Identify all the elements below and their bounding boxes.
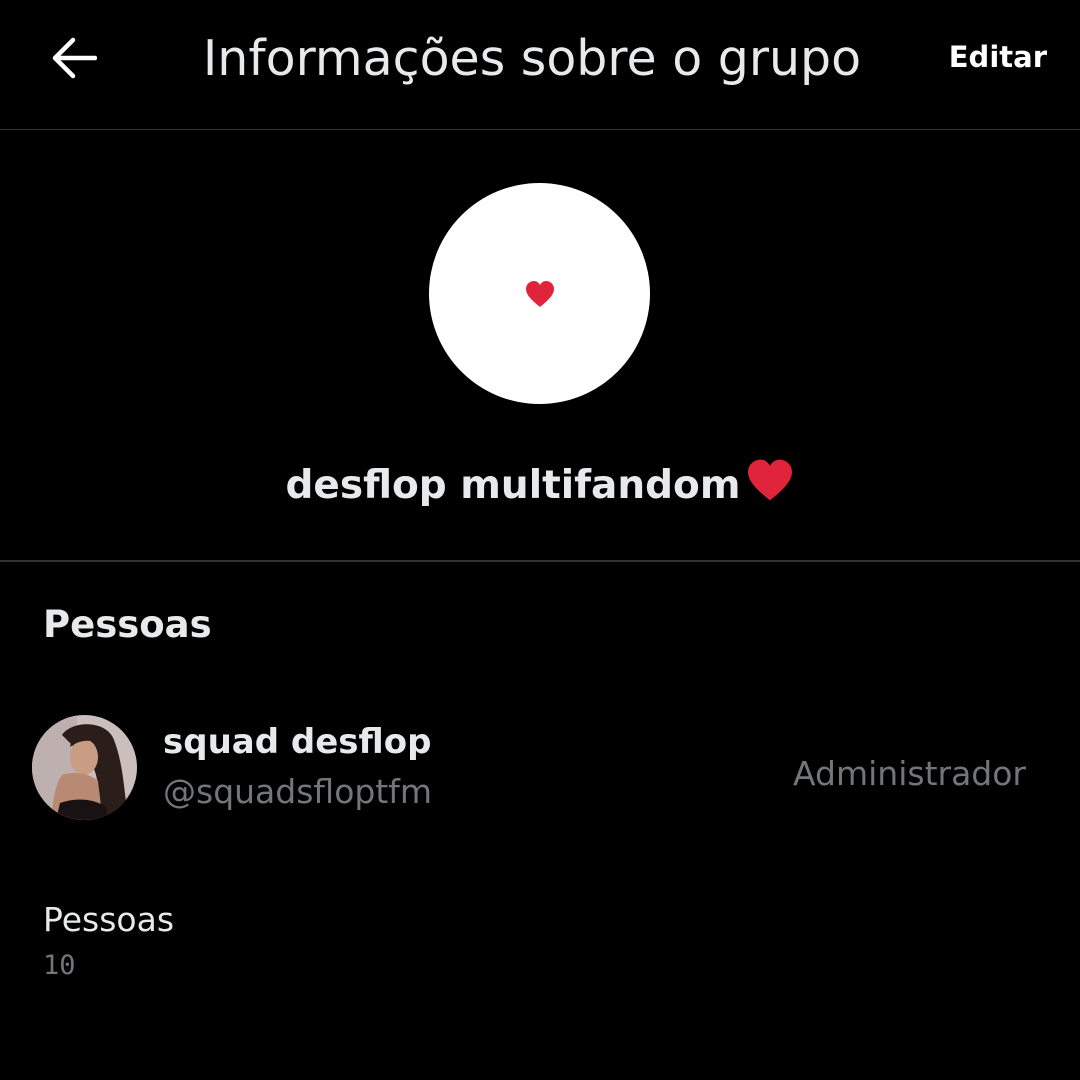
group-name-text: desflop multifandom (285, 463, 741, 508)
heart-icon (748, 459, 793, 501)
back-button[interactable] (40, 26, 108, 90)
section-divider (0, 560, 1080, 562)
people-count-label: Pessoas (43, 900, 175, 939)
group-name: desflop multifandom (0, 458, 1080, 508)
member-row[interactable]: squad desflop @squadsfloptfm Administrad… (0, 700, 1080, 835)
edit-button[interactable]: Editar (949, 40, 1047, 74)
page-title: Informações sobre o grupo (0, 30, 1080, 87)
member-role-badge: Administrador (793, 754, 1026, 793)
people-count-value: 10 (43, 950, 76, 981)
member-display-name: squad desflop (163, 722, 432, 762)
avatar[interactable] (32, 715, 137, 820)
people-section-title: Pessoas (43, 603, 212, 646)
member-handle: @squadsfloptfm (163, 772, 433, 811)
group-avatar (429, 183, 650, 404)
arrow-left-icon (52, 37, 97, 79)
page-title-text: Informações sobre o grupo (202, 30, 862, 87)
top-bar: Informações sobre o grupo Editar (0, 0, 1080, 130)
heart-icon (525, 280, 554, 307)
